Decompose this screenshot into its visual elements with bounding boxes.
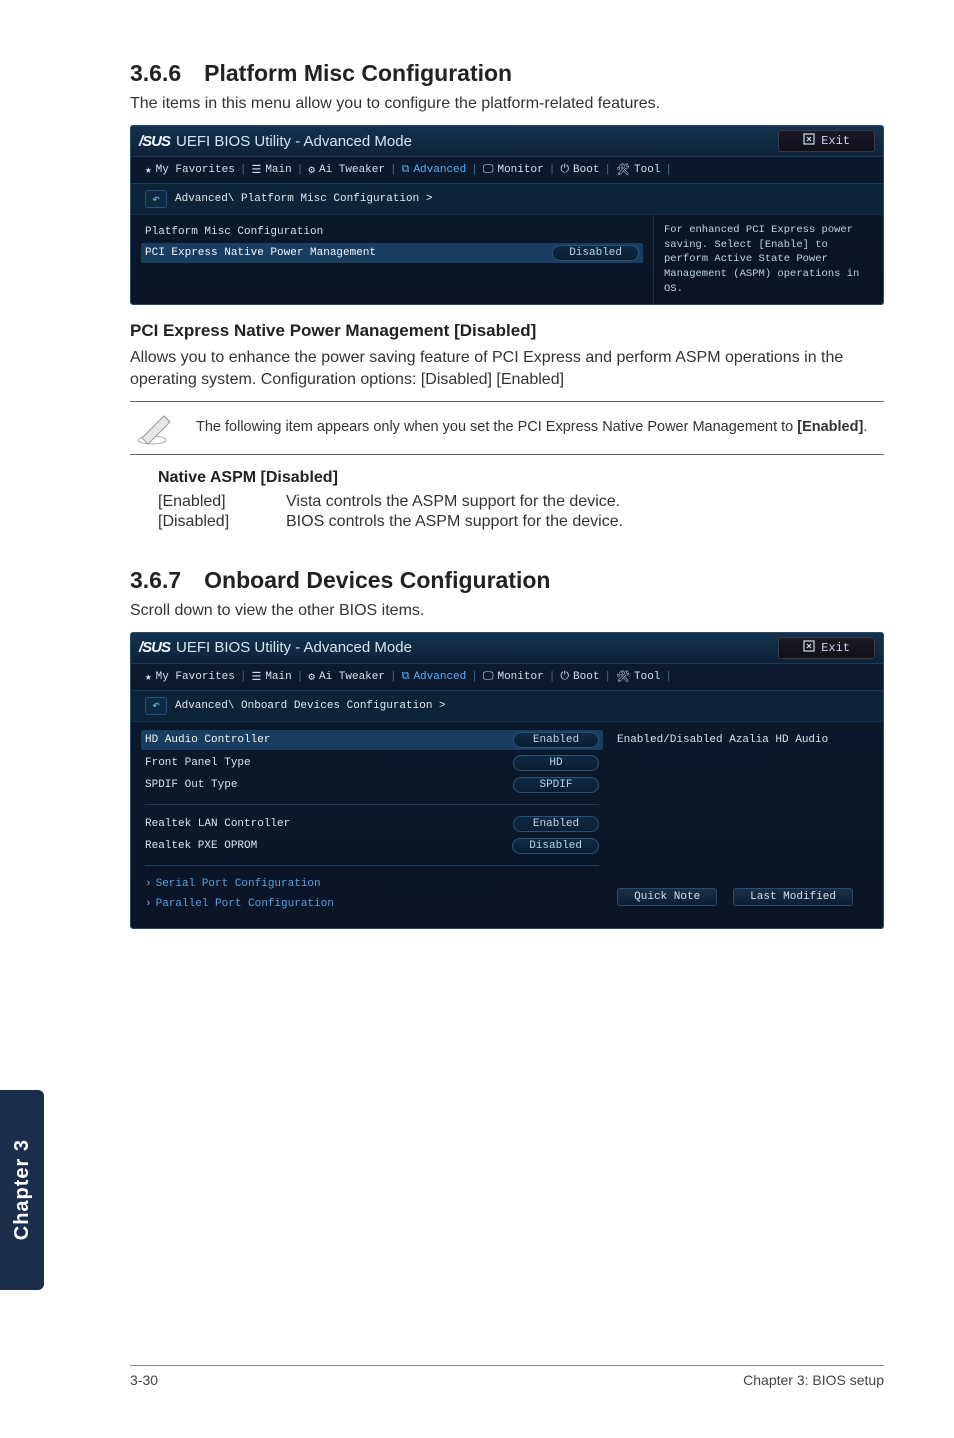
- row-value[interactable]: HD: [513, 755, 599, 771]
- back-arrow-icon: ↶: [152, 698, 160, 713]
- page-number: 3-30: [130, 1372, 158, 1388]
- row-value[interactable]: Enabled: [513, 732, 599, 748]
- bios-title: /SUS UEFI BIOS Utility - Advanced Mode: [139, 133, 412, 150]
- advanced-icon: ⧉: [402, 164, 410, 176]
- star-icon: ★: [145, 670, 152, 684]
- back-arrow-icon: ↶: [152, 192, 160, 207]
- note-block: The following item appears only when you…: [130, 401, 884, 455]
- row-value[interactable]: Enabled: [513, 816, 599, 832]
- monitor-icon: 🖵: [483, 164, 494, 176]
- row-front-panel[interactable]: Front Panel Type HD: [145, 752, 599, 774]
- section-366-title: 3.6.6 Platform Misc Configuration: [130, 60, 884, 87]
- tab-advanced[interactable]: ⧉Advanced: [402, 164, 467, 176]
- chevron-right-icon: ›: [145, 878, 152, 890]
- asus-logo: /SUS: [139, 639, 170, 656]
- power-icon: ⏻: [560, 164, 569, 176]
- list-icon: ☰: [251, 163, 261, 177]
- advanced-icon: ⧉: [402, 671, 410, 683]
- row-pci-express-native-pm[interactable]: PCI Express Native Power Management Disa…: [141, 243, 643, 263]
- power-icon: ⏻: [560, 671, 569, 683]
- tab-ai-tweaker[interactable]: ⚙Ai Tweaker: [308, 670, 385, 684]
- tab-favorites[interactable]: ★My Favorites: [145, 163, 235, 177]
- bios-tabs: ★My Favorites | ☰Main | ⚙Ai Tweaker | ⧉A…: [131, 664, 883, 691]
- bios-title-text: UEFI BIOS Utility - Advanced Mode: [176, 639, 412, 656]
- breadcrumb-text: Advanced\ Onboard Devices Configuration …: [175, 700, 446, 712]
- tab-favorites[interactable]: ★My Favorites: [145, 670, 235, 684]
- pci-express-para: Allows you to enhance the power saving f…: [130, 347, 884, 390]
- quick-note-button[interactable]: Quick Note: [617, 888, 717, 906]
- star-icon: ★: [145, 163, 152, 177]
- row-spdif[interactable]: SPDIF Out Type SPDIF: [145, 774, 599, 796]
- chapter-label: Chapter 3: BIOS setup: [743, 1372, 884, 1388]
- row-label: Front Panel Type: [145, 757, 251, 769]
- chapter-side-tab: Chapter 3: [0, 1090, 44, 1290]
- tab-monitor[interactable]: 🖵Monitor: [483, 671, 544, 683]
- note-text: The following item appears only when you…: [196, 418, 867, 437]
- row-lan[interactable]: Realtek LAN Controller Enabled: [145, 813, 599, 835]
- asus-logo: /SUS: [139, 133, 170, 150]
- exit-button[interactable]: Exit: [778, 637, 875, 659]
- breadcrumb: ↶ Advanced\ Platform Misc Configuration …: [131, 184, 883, 215]
- bios-panel-platform-misc: /SUS UEFI BIOS Utility - Advanced Mode E…: [130, 125, 884, 305]
- row-label: HD Audio Controller: [145, 734, 270, 746]
- bios-help-text: Enabled/Disabled Azalia HD Audio: [617, 734, 861, 746]
- tool-icon: 🛠: [616, 163, 630, 177]
- link-serial-port[interactable]: › Serial Port Configuration: [145, 874, 599, 894]
- monitor-icon: 🖵: [483, 671, 494, 683]
- bios-panel-onboard-devices: /SUS UEFI BIOS Utility - Advanced Mode E…: [130, 632, 884, 929]
- bios-tabs: ★My Favorites | ☰Main | ⚙Ai Tweaker | ⧉A…: [131, 157, 883, 184]
- gauge-icon: ⚙: [308, 670, 315, 684]
- tab-boot[interactable]: ⏻Boot: [560, 671, 599, 683]
- page-footer: 3-30 Chapter 3: BIOS setup: [130, 1365, 884, 1388]
- row-label: Realtek LAN Controller: [145, 818, 290, 830]
- row-pxe[interactable]: Realtek PXE OPROM Disabled: [145, 835, 599, 857]
- row-label: PCI Express Native Power Management: [145, 247, 376, 259]
- native-aspm-heading: Native ASPM [Disabled]: [158, 469, 884, 487]
- gauge-icon: ⚙: [308, 163, 315, 177]
- bios-title-text: UEFI BIOS Utility - Advanced Mode: [176, 133, 412, 150]
- breadcrumb-text: Advanced\ Platform Misc Configuration >: [175, 193, 432, 205]
- tab-main[interactable]: ☰Main: [251, 670, 291, 684]
- tab-tool[interactable]: 🛠Tool: [616, 670, 660, 684]
- exit-icon: [803, 133, 815, 149]
- tool-icon: 🛠: [616, 670, 630, 684]
- platform-misc-heading: Platform Misc Configuration: [145, 223, 639, 241]
- back-button[interactable]: ↶: [145, 190, 167, 208]
- row-label: SPDIF Out Type: [145, 779, 237, 791]
- tab-main[interactable]: ☰Main: [251, 163, 291, 177]
- chevron-right-icon: ›: [145, 898, 152, 910]
- tab-ai-tweaker[interactable]: ⚙Ai Tweaker: [308, 163, 385, 177]
- section-367-title: 3.6.7 Onboard Devices Configuration: [130, 567, 884, 594]
- exit-label: Exit: [821, 134, 850, 148]
- bios-title: /SUS UEFI BIOS Utility - Advanced Mode: [139, 639, 412, 656]
- breadcrumb: ↶ Advanced\ Onboard Devices Configuratio…: [131, 691, 883, 722]
- section-367-intro: Scroll down to view the other BIOS items…: [130, 602, 884, 620]
- list-icon: ☰: [251, 670, 261, 684]
- row-value[interactable]: Disabled: [552, 245, 639, 261]
- native-aspm-enabled: [Enabled] Vista controls the ASPM suppor…: [158, 493, 884, 511]
- tab-boot[interactable]: ⏻Boot: [560, 164, 599, 176]
- back-button[interactable]: ↶: [145, 697, 167, 715]
- row-hd-audio[interactable]: HD Audio Controller Enabled: [141, 730, 603, 750]
- section-366-intro: The items in this menu allow you to conf…: [130, 95, 884, 113]
- link-parallel-port[interactable]: › Parallel Port Configuration: [145, 894, 599, 914]
- chapter-side-label: Chapter 3: [11, 1139, 34, 1240]
- native-aspm-disabled: [Disabled] BIOS controls the ASPM suppor…: [158, 513, 884, 531]
- bios-help-text: For enhanced PCI Express power saving. S…: [653, 215, 883, 304]
- divider: [145, 804, 599, 805]
- row-label: Realtek PXE OPROM: [145, 840, 257, 852]
- row-value[interactable]: SPDIF: [513, 777, 599, 793]
- pci-express-heading: PCI Express Native Power Management [Dis…: [130, 321, 884, 341]
- tab-monitor[interactable]: 🖵Monitor: [483, 164, 544, 176]
- last-modified-button[interactable]: Last Modified: [733, 888, 853, 906]
- row-value[interactable]: Disabled: [512, 838, 599, 854]
- exit-button[interactable]: Exit: [778, 130, 875, 152]
- tab-advanced[interactable]: ⧉Advanced: [402, 671, 467, 683]
- exit-label: Exit: [821, 641, 850, 655]
- pencil-icon: [134, 410, 178, 446]
- exit-icon: [803, 640, 815, 656]
- tab-tool[interactable]: 🛠Tool: [616, 163, 660, 177]
- divider: [145, 865, 599, 866]
